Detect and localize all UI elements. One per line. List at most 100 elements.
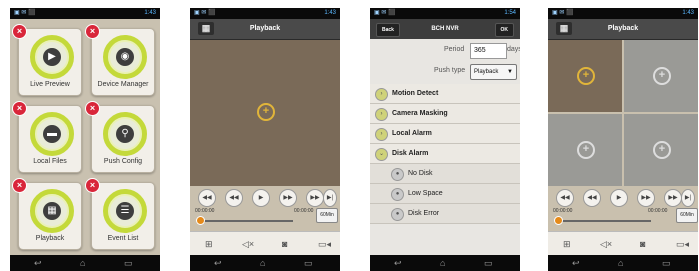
time-end: 00:00:00 [294,208,314,214]
status-time: 1:43 [324,10,336,16]
recents-icon[interactable]: ▭ [124,258,133,268]
camera-capture-icon[interactable]: ◙ [640,239,645,249]
snapshot-list-icon[interactable]: ⊞ [563,239,571,250]
timeline-knob[interactable] [196,216,205,225]
back-icon[interactable]: ↩ [394,258,402,268]
next-icon[interactable]: ▶| [681,189,695,207]
timeline-knob[interactable] [554,216,563,225]
recents-icon[interactable]: ▭ [662,258,671,268]
phone-playback-single: ▣ ✉ ⬛ 1:43 ▦ Playback + ◀◀ ◀◀ ▶ ▶▶ ▶▶ ▶|… [190,8,340,271]
next-icon[interactable]: ▶| [323,189,337,207]
camera-icon: ▶ [43,48,61,66]
video-cell-2[interactable]: + [624,40,698,112]
ok-button[interactable]: OK [494,23,514,37]
back-icon[interactable]: ↩ [34,258,42,268]
step-forward-icon[interactable]: ▶▶ [637,189,655,207]
chevron-down-icon: ▼ [507,69,513,75]
add-channel-icon[interactable]: + [577,141,595,159]
toggle-icon: ● [391,208,404,221]
mute-icon[interactable]: ◁× [242,239,254,250]
video-pane[interactable]: + [190,40,340,186]
toggle-icon: ● [391,188,404,201]
forward-fast-icon[interactable]: ▶▶ [306,189,324,207]
list-item-disk-alarm[interactable]: ⌄ Disk Alarm [370,144,520,164]
timeline-slider[interactable] [198,220,293,222]
video-cell-1[interactable]: + [548,40,622,112]
back-icon[interactable]: ↩ [214,258,222,268]
tile-device-manager[interactable]: ◉ Device Manager [91,28,155,96]
mute-icon[interactable]: ◁× [600,239,612,250]
timeline-slider[interactable] [556,220,651,222]
back-icon[interactable]: ↩ [572,258,580,268]
tile-local-files[interactable]: ▬ Local Files [18,105,82,173]
list-item-no-disk[interactable]: ● No Disk [370,164,520,184]
record-icon[interactable]: ▭◂ [676,239,689,250]
delete-icon[interactable]: × [85,24,100,39]
tile-label: Push Config [103,158,143,165]
forward-fast-icon[interactable]: ▶▶ [664,189,682,207]
list-item-low-space[interactable]: ● Low Space [370,184,520,204]
list-icon: ☰ [116,202,134,220]
home-icon[interactable]: ⌂ [80,258,85,268]
delete-icon[interactable]: × [85,101,100,116]
camera-capture-icon[interactable]: ◙ [282,239,287,249]
nav-bar: ↩ ⌂ ▭ [370,255,520,271]
tile-push-config[interactable]: ⚲ Push Config [91,105,155,173]
tile-playback[interactable]: ▦ Playback [18,182,82,250]
home-icon[interactable]: ⌂ [440,258,445,268]
delete-icon[interactable]: × [12,24,27,39]
add-channel-icon[interactable]: + [653,67,671,85]
status-bar: ▣ ✉ ⬛ 1:43 [10,8,160,19]
grid-layout-button[interactable]: ▦ [198,22,214,35]
time-end: 00:00:00 [648,208,668,214]
phone-settings: ▣ ✉ ⬛ 1:54 Back BCH NVR OK Period 365 da… [370,8,520,271]
status-icons: ▣ ✉ ⬛ [552,10,574,16]
bottom-toolbar: ⊞ ◁× ◙ ▭◂ [190,231,340,257]
tile-event-list[interactable]: ☰ Event List [91,182,155,250]
status-bar: ▣ ✉ ⬛ 1:43 [190,8,340,19]
range-button[interactable]: 60Min [676,208,698,223]
tile-label: Event List [107,235,139,242]
play-icon[interactable]: ▶ [252,189,270,207]
video-cell-3[interactable]: + [548,114,622,186]
snapshot-list-icon[interactable]: ⊞ [205,239,213,250]
chevron-right-icon: › [375,88,388,101]
list-item-camera-masking[interactable]: › Camera Masking [370,104,520,124]
step-back-icon[interactable]: ◀◀ [583,189,601,207]
tile-label: Live Preview [30,81,70,88]
status-icons: ▣ ✉ ⬛ [374,10,396,16]
step-back-icon[interactable]: ◀◀ [225,189,243,207]
play-icon[interactable]: ▶ [610,189,628,207]
list-item-motion-detect[interactable]: › Motion Detect [370,84,520,104]
chevron-right-icon: › [375,128,388,141]
add-channel-icon[interactable]: + [577,67,595,85]
add-channel-icon[interactable]: + [653,141,671,159]
delete-icon[interactable]: × [12,178,27,193]
range-button[interactable]: 60Min [316,208,338,223]
status-icons: ▣ ✉ ⬛ [194,10,216,16]
home-icon[interactable]: ⌂ [618,258,623,268]
chevron-right-icon: › [375,108,388,121]
back-button[interactable]: Back [376,23,400,37]
film-icon: ▦ [43,202,61,220]
list-item-local-alarm[interactable]: › Local Alarm [370,124,520,144]
recents-icon[interactable]: ▭ [484,258,493,268]
list-item-disk-error[interactable]: ● Disk Error [370,204,520,224]
rewind-fast-icon[interactable]: ◀◀ [198,189,216,207]
video-cell-4[interactable]: + [624,114,698,186]
page-title: BCH NVR [431,26,459,32]
period-input[interactable]: 365 [470,43,507,59]
recents-icon[interactable]: ▭ [304,258,313,268]
tile-live-preview[interactable]: ▶ Live Preview [18,28,82,96]
rewind-fast-icon[interactable]: ◀◀ [556,189,574,207]
delete-icon[interactable]: × [12,101,27,116]
time-start: 00:00:00 [195,208,215,214]
grid-layout-button[interactable]: ▦ [556,22,572,35]
add-channel-icon[interactable]: + [257,103,275,121]
push-type-select[interactable]: Playback ▼ [470,64,517,80]
record-icon[interactable]: ▭◂ [318,239,331,250]
delete-icon[interactable]: × [85,178,100,193]
step-forward-icon[interactable]: ▶▶ [279,189,297,207]
home-icon[interactable]: ⌂ [260,258,265,268]
period-label: Period [444,46,465,53]
